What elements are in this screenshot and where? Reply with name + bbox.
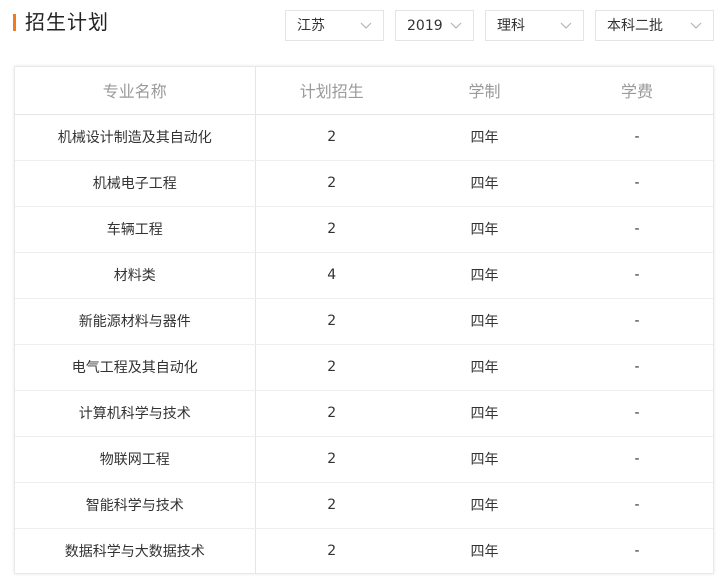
column-header-major: 专业名称 [15,67,256,115]
page-header: 招生计划 江苏 2019 理科 本科二批 [0,0,728,48]
fee-cell: - [561,390,713,437]
plan-count-cell: 2 [255,206,408,253]
duration-cell: 四年 [408,252,561,299]
fee-cell: - [561,298,713,345]
table-row: 物联网工程 2 四年 - [15,436,713,483]
major-name-cell: 数据科学与大数据技术 [15,528,256,574]
plan-count-cell: 2 [255,298,408,345]
fee-cell: - [561,206,713,253]
chevron-down-icon [450,22,462,29]
major-name-cell: 新能源材料与器件 [15,298,256,345]
fee-cell: - [561,344,713,391]
major-name-cell: 智能科学与技术 [15,482,256,529]
plan-count-cell: 4 [255,252,408,299]
duration-cell: 四年 [408,482,561,529]
plan-count-cell: 2 [255,114,408,161]
chevron-down-icon [360,22,372,29]
enrollment-plan-table: 专业名称 计划招生 学制 学费 机械设计制造及其自动化 2 四年 - 机械电子工程 2 四年… [14,66,714,574]
fee-cell: - [561,114,713,161]
plan-count-cell: 2 [255,482,408,529]
year-select[interactable]: 2019 [395,10,474,41]
province-select[interactable]: 江苏 [285,10,384,41]
major-name-cell: 计算机科学与技术 [15,390,256,437]
column-header-duration: 学制 [408,67,561,115]
duration-cell: 四年 [408,436,561,483]
table-row: 电气工程及其自动化 2 四年 - [15,344,713,391]
duration-cell: 四年 [408,298,561,345]
table-row: 机械设计制造及其自动化 2 四年 - [15,114,713,161]
page-title: 招生计划 [25,10,109,34]
major-name-cell: 车辆工程 [15,206,256,253]
title-accent-bar [13,14,16,31]
plan-table: 专业名称 计划招生 学制 学费 机械设计制造及其自动化 2 四年 - 机械电子工程 2 四年… [15,67,713,574]
table-row: 新能源材料与器件 2 四年 - [15,298,713,345]
major-name-cell: 电气工程及其自动化 [15,344,256,391]
year-select-value: 2019 [407,18,443,34]
major-name-cell: 材料类 [15,252,256,299]
fee-cell: - [561,160,713,207]
table-row: 材料类 4 四年 - [15,252,713,299]
fee-cell: - [561,436,713,483]
table-row: 车辆工程 2 四年 - [15,206,713,253]
column-header-plan: 计划招生 [255,67,408,115]
plan-count-cell: 2 [255,344,408,391]
plan-count-cell: 2 [255,390,408,437]
chevron-down-icon [560,22,572,29]
province-select-value: 江苏 [297,18,325,34]
duration-cell: 四年 [408,390,561,437]
batch-select[interactable]: 本科二批 [595,10,714,41]
plan-count-cell: 2 [327,543,337,560]
fee-cell: - [634,543,640,560]
plan-count-cell: 2 [255,160,408,207]
table-row: 智能科学与技术 2 四年 - [15,482,713,529]
fee-cell: - [561,252,713,299]
table-row: 计算机科学与技术 2 四年 - [15,390,713,437]
column-header-fee: 学费 [561,67,713,115]
duration-cell: 四年 [408,344,561,391]
chevron-down-icon [690,22,702,29]
fee-cell: - [561,482,713,529]
subject-type-select-value: 理科 [497,18,525,34]
table-row: 数据科学与大数据技术 2 四年 - [15,528,713,574]
subject-type-select[interactable]: 理科 [485,10,584,41]
duration-cell: 四年 [470,544,499,561]
major-name-cell: 机械电子工程 [15,160,256,207]
major-name-cell: 物联网工程 [15,436,256,483]
plan-count-cell: 2 [255,436,408,483]
duration-cell: 四年 [408,160,561,207]
major-name-cell: 机械设计制造及其自动化 [15,114,256,161]
batch-select-value: 本科二批 [607,18,663,34]
table-header-row: 专业名称 计划招生 学制 学费 [15,67,713,115]
duration-cell: 四年 [408,114,561,161]
table-row: 机械电子工程 2 四年 - [15,160,713,207]
duration-cell: 四年 [408,206,561,253]
